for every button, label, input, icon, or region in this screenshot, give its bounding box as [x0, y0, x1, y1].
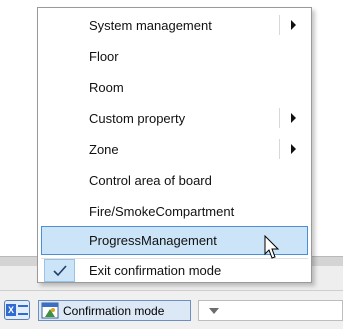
submenu-arrow-icon — [291, 113, 296, 123]
menu-item-floor[interactable]: Floor — [41, 42, 308, 71]
menu-item-system-management[interactable]: System management — [41, 11, 308, 40]
menu-item-label: ProgressManagement — [89, 233, 217, 248]
checkmark-icon — [53, 265, 67, 277]
submenu-arrow-icon — [291, 20, 296, 30]
menu-item-label: Room — [89, 80, 124, 95]
menu-item-control-area-of-board[interactable]: Control area of board — [41, 166, 308, 195]
submenu-divider — [279, 139, 280, 159]
menu-item-room[interactable]: Room — [41, 73, 308, 102]
menu-item-custom-property[interactable]: Custom property — [41, 104, 308, 133]
chevron-down-icon[interactable] — [209, 308, 219, 314]
menu-item-exit-confirmation-mode[interactable]: Exit confirmation mode — [41, 259, 308, 283]
confirmation-mode-label: Confirmation mode — [63, 303, 165, 318]
confirmation-mode-button[interactable]: Confirmation mode — [38, 300, 191, 321]
menu-item-label: Exit confirmation mode — [89, 263, 222, 278]
submenu-arrow-icon — [291, 144, 296, 154]
menu-item-fire-smoke-compartment[interactable]: Fire/SmokeCompartment — [41, 197, 308, 226]
menu-item-label: Custom property — [89, 111, 186, 126]
bottom-toolbar: X Confirmation mode — [0, 290, 343, 329]
menu-item-label: Fire/SmokeCompartment — [89, 204, 235, 219]
menu-item-label: Floor — [89, 49, 119, 64]
submenu-divider — [279, 108, 280, 128]
submenu-divider — [279, 15, 280, 35]
checkmark-box — [44, 259, 75, 282]
menu-item-label: System management — [89, 18, 212, 33]
mouse-pointer-icon — [264, 235, 280, 259]
toolbar-dropdown[interactable] — [198, 300, 343, 321]
menu-item-label: Zone — [89, 142, 119, 157]
menu-item-zone[interactable]: Zone — [41, 135, 308, 164]
menu-item-label: Control area of board — [89, 173, 212, 188]
excel-export-icon[interactable]: X — [4, 300, 30, 320]
confirmation-mode-icon — [41, 302, 59, 319]
